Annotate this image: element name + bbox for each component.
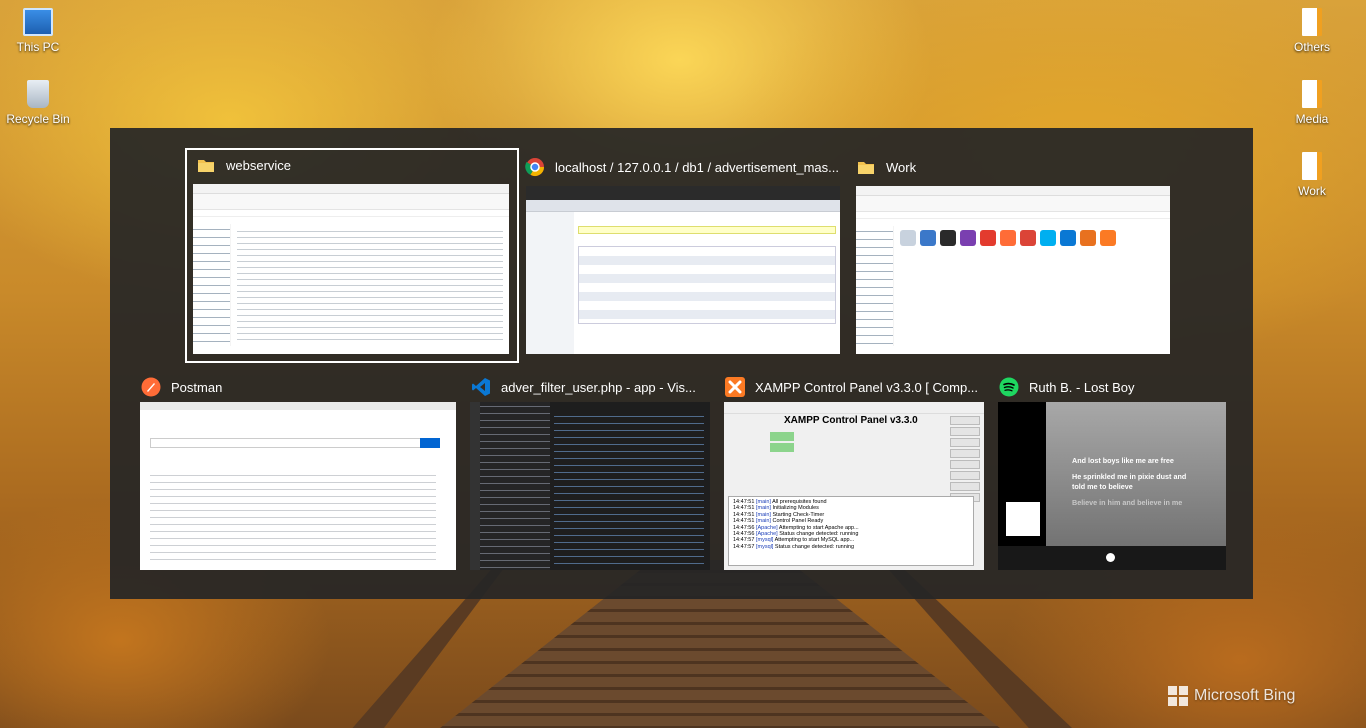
window-thumbnail [140,402,456,570]
window-title: webservice [226,157,292,173]
window-title: adver_filter_user.php - app - Vis... [501,379,696,395]
vscode-icon [470,376,492,398]
lyric-line: told me to believe [1072,482,1133,491]
desktop-icon-recycle-bin[interactable]: Recycle Bin [0,80,76,126]
window-title: XAMPP Control Panel v3.3.0 [ Comp... [755,379,979,395]
xampp-icon [724,376,746,398]
microsoft-logo-icon [1168,686,1188,706]
switcher-window-xampp[interactable]: XAMPP Control Panel v3.3.0 [ Comp... XAM… [724,372,984,572]
task-switcher: webservice localhost / 127.0.0.1 / db1 /… [110,128,1253,599]
window-title: localhost / 127.0.0.1 / db1 / advertisem… [555,159,839,175]
xampp-log: 14:47:51 [main] All prerequisites found … [728,496,974,566]
postman-icon [140,376,162,398]
lyric-line: And lost boys like me are free [1072,456,1174,465]
text-file-icon [1302,8,1322,36]
this-pc-icon [23,8,53,36]
album-cover [1006,502,1040,536]
window-thumbnail: And lost boys like me are free He sprink… [998,402,1226,570]
desktop-icon-label: Media [1295,112,1329,126]
lyric-line: Believe in him and believe in me [1072,498,1183,507]
desktop-icon-work[interactable]: Work [1274,152,1350,198]
window-thumbnail [526,186,840,354]
xampp-heading: XAMPP Control Panel v3.3.0 [784,415,918,426]
desktop-icon-media[interactable]: Media [1274,80,1350,126]
chrome-icon [524,156,546,178]
window-title: Work [886,159,917,175]
desktop-icon-label: This PC [16,40,60,54]
window-thumbnail [193,184,509,354]
text-file-icon [1302,152,1322,180]
switcher-window-spotify[interactable]: Ruth B. - Lost Boy And lost boys like me… [998,372,1228,572]
play-icon [1106,553,1115,562]
folder-icon [195,154,217,176]
watermark-text: Microsoft Bing [1194,687,1296,704]
switcher-window-postman[interactable]: Postman [140,372,456,572]
window-thumbnail [856,186,1170,354]
window-thumbnail: XAMPP Control Panel v3.3.0 14:47:51 [mai… [724,402,984,570]
switcher-window-vscode[interactable]: adver_filter_user.php - app - Vis... [470,372,710,572]
spotify-icon [998,376,1020,398]
folder-icon [855,156,877,178]
desktop-icon-this-pc[interactable]: This PC [0,8,76,54]
switcher-window-work[interactable]: Work [855,152,1175,362]
lyric-line: He sprinkled me in pixie dust and [1072,472,1187,481]
text-file-icon [1302,80,1322,108]
log-line: 14:47:57 [mysql] Status change detected:… [733,543,855,550]
window-title: Postman [171,379,223,395]
desktop-icon-label: Recycle Bin [6,112,70,126]
switcher-window-phpmyadmin[interactable]: localhost / 127.0.0.1 / db1 / advertisem… [524,152,844,362]
recycle-bin-icon [27,80,49,108]
desktop-icon-others[interactable]: Others [1274,8,1350,54]
window-title: Ruth B. - Lost Boy [1029,379,1135,395]
desktop-icon-label: Others [1293,40,1330,54]
desktop-icon-label: Work [1298,184,1326,198]
switcher-window-webservice[interactable]: webservice [185,148,519,363]
bing-watermark: Microsoft Bing [1168,686,1295,706]
window-thumbnail [470,402,710,570]
